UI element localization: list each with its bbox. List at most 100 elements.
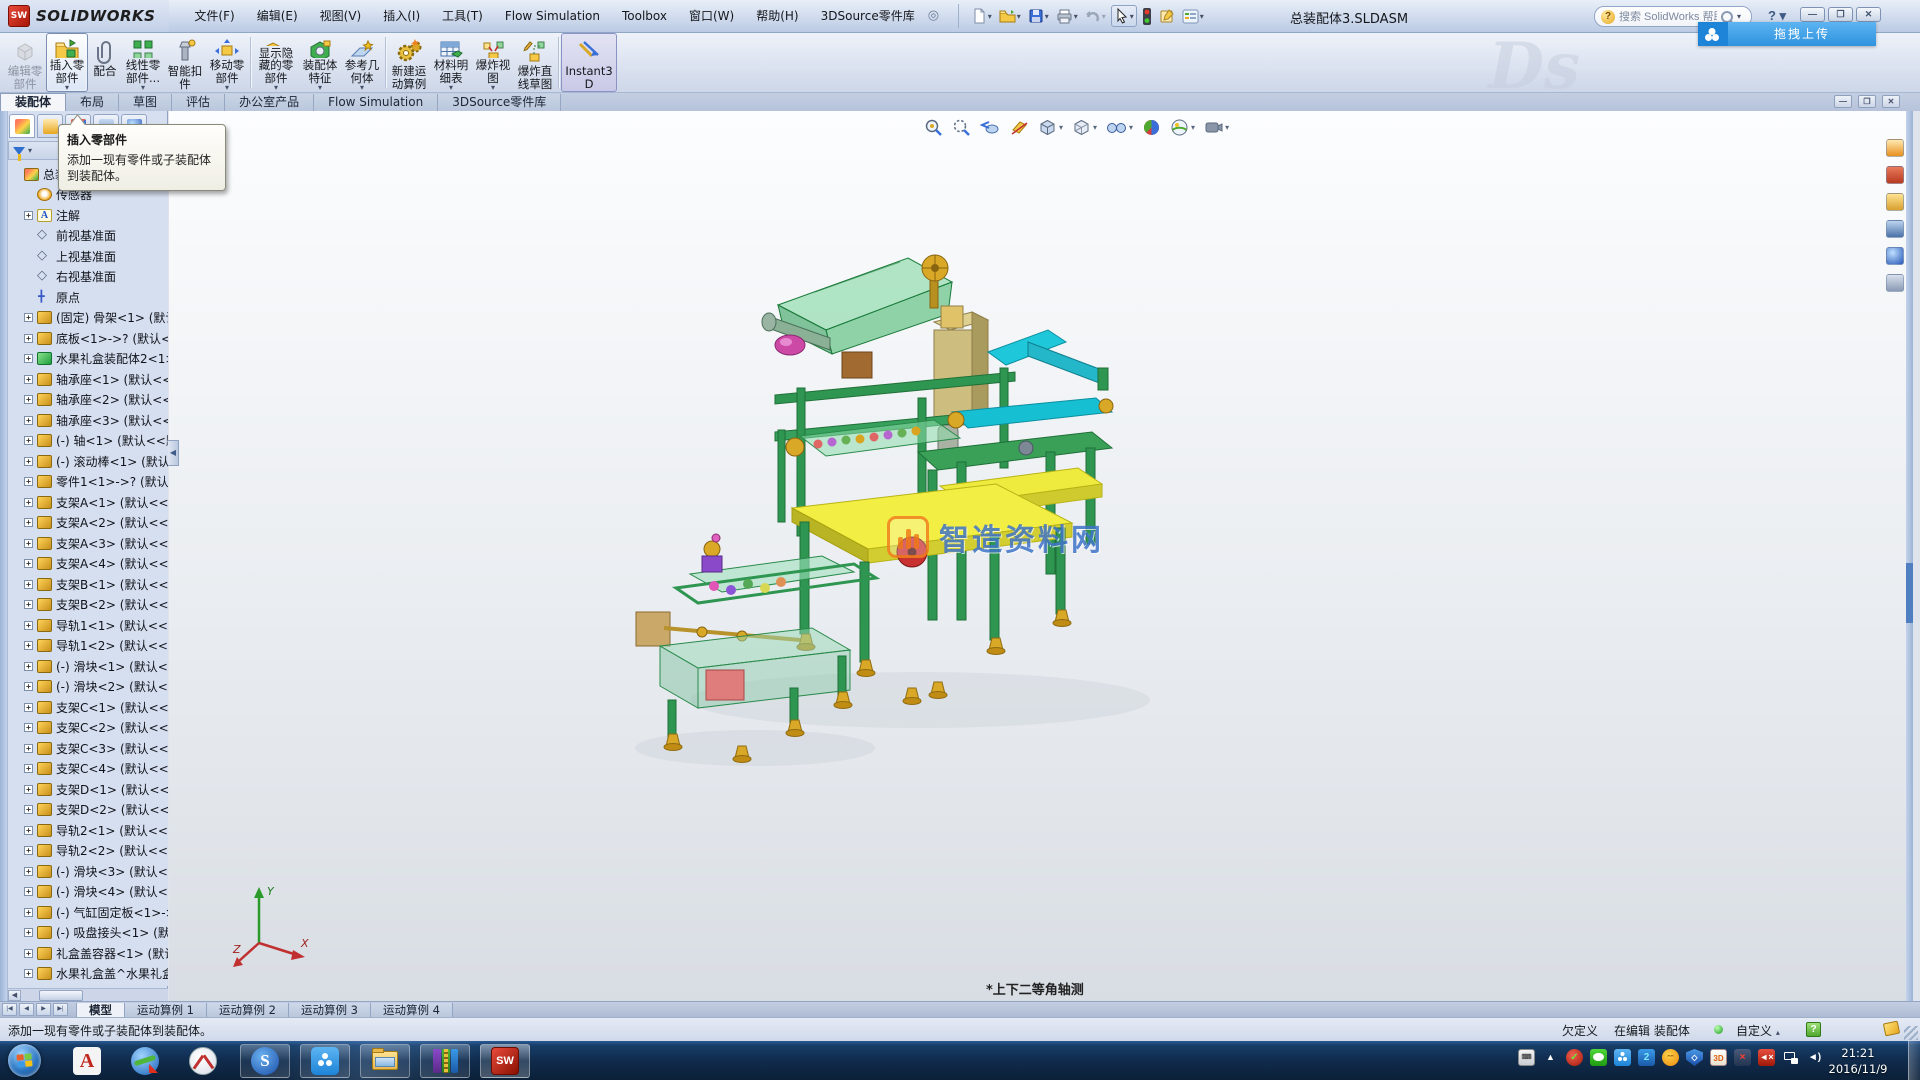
- upload-overlay[interactable]: 拖拽上传: [1698, 22, 1876, 46]
- zoom-to-fit-icon[interactable]: [924, 118, 943, 137]
- traffic-light-icon[interactable]: [1140, 6, 1154, 27]
- menu-item[interactable]: 文件(F): [183, 0, 245, 32]
- tree-item[interactable]: 支架A<4> (默认<<默认: [8, 554, 168, 575]
- network-tray-icon[interactable]: [1782, 1049, 1799, 1066]
- tree-item[interactable]: 礼盒盖容器<1> (默认<<默: [8, 943, 168, 964]
- qq-shield-tray-icon[interactable]: ◇: [1686, 1049, 1703, 1066]
- custom-status-dropdown[interactable]: 自定义 ▴: [1736, 1022, 1780, 1039]
- taskbar-app-sogou[interactable]: S: [240, 1044, 290, 1078]
- custom-properties-icon[interactable]: [1886, 274, 1904, 292]
- expand-toggle[interactable]: [24, 826, 33, 835]
- sogou-input-tray-icon[interactable]: 2: [1638, 1049, 1655, 1066]
- expand-toggle[interactable]: [24, 252, 33, 261]
- command-tab[interactable]: 草图: [119, 94, 172, 111]
- show-hidden-icons-arrow[interactable]: ▲: [1542, 1049, 1559, 1066]
- menu-item[interactable]: 插入(I): [372, 0, 431, 32]
- expand-toggle[interactable]: [24, 682, 33, 691]
- tab-scroll-left[interactable]: ◀: [19, 1003, 34, 1016]
- expand-toggle[interactable]: [24, 518, 33, 527]
- expand-toggle[interactable]: [24, 641, 33, 650]
- expand-toggle[interactable]: [24, 949, 33, 958]
- options-list-button[interactable]: ▾: [1180, 7, 1206, 26]
- quick-tips-button[interactable]: ?: [1806, 1022, 1821, 1037]
- panel-collapse-handle[interactable]: ◀: [168, 440, 179, 466]
- mascot-tray-icon[interactable]: ᵔᵔ: [1662, 1049, 1679, 1066]
- taskbar-app-browser[interactable]: [120, 1044, 170, 1078]
- expand-toggle[interactable]: [24, 723, 33, 732]
- taskbar-app-autocad[interactable]: A: [62, 1044, 112, 1078]
- taskbar-app-explorer[interactable]: [360, 1044, 410, 1078]
- properties-button[interactable]: [1157, 6, 1177, 26]
- menu-item[interactable]: Toolbox: [611, 0, 678, 32]
- tree-item[interactable]: 注解: [8, 205, 168, 226]
- expand-toggle[interactable]: [24, 334, 33, 343]
- expand-toggle[interactable]: [24, 293, 33, 302]
- tree-item[interactable]: 支架B<1> (默认<<默认: [8, 574, 168, 595]
- expand-toggle[interactable]: [24, 621, 33, 630]
- expand-toggle[interactable]: [24, 354, 33, 363]
- muted-speaker-tray-icon[interactable]: ◄×: [1758, 1049, 1775, 1066]
- tree-item[interactable]: 原点: [8, 287, 168, 308]
- file-explorer-icon[interactable]: [1886, 193, 1904, 211]
- tree-item[interactable]: 支架A<1> (默认<<默认: [8, 492, 168, 513]
- tree-item[interactable]: 前视基准面: [8, 226, 168, 247]
- tree-item[interactable]: 支架C<3> (默认<<默认: [8, 738, 168, 759]
- expand-toggle[interactable]: [24, 580, 33, 589]
- tree-item[interactable]: (-) 滑块<4> (默认<<默: [8, 882, 168, 903]
- expand-toggle[interactable]: [24, 600, 33, 609]
- undo-button[interactable]: ▾: [1083, 6, 1108, 26]
- tree-item[interactable]: 轴承座<2> (默认<<默认: [8, 390, 168, 411]
- expand-toggle[interactable]: [24, 375, 33, 384]
- search-dropdown-arrow[interactable]: ▾: [1737, 12, 1741, 21]
- tree-item[interactable]: 导轨2<2> (默认<<默认: [8, 841, 168, 862]
- taskbar-app-cloud[interactable]: [300, 1044, 350, 1078]
- section-view-icon[interactable]: [1010, 118, 1029, 137]
- view-settings-icon[interactable]: ▾: [1204, 118, 1229, 137]
- tree-item[interactable]: 支架A<3> (默认<<默认: [8, 533, 168, 554]
- new-document-button[interactable]: ▾: [969, 6, 994, 26]
- expand-toggle[interactable]: [24, 539, 33, 548]
- new-motion-study-button[interactable]: 新建运动算例: [388, 33, 430, 92]
- previous-view-icon[interactable]: [980, 118, 1001, 137]
- tree-item[interactable]: 右视基准面: [8, 267, 168, 288]
- appearances-scenes-icon[interactable]: [1886, 247, 1904, 265]
- expand-toggle[interactable]: [24, 867, 33, 876]
- doc-close-button[interactable]: ✕: [1882, 95, 1900, 108]
- close-button[interactable]: ✕: [1856, 7, 1881, 22]
- expand-toggle[interactable]: [24, 785, 33, 794]
- view-palette-icon[interactable]: [1886, 220, 1904, 238]
- scroll-left-arrow[interactable]: ◀: [8, 990, 21, 1001]
- tag-icon[interactable]: [1883, 1021, 1900, 1037]
- design-library-icon[interactable]: [1886, 166, 1904, 184]
- expand-toggle[interactable]: [24, 231, 33, 240]
- taskbar-clock[interactable]: 21:21 2016/11/9: [1822, 1045, 1894, 1077]
- expand-toggle[interactable]: [24, 969, 33, 978]
- expand-toggle[interactable]: [24, 887, 33, 896]
- expand-toggle[interactable]: [24, 457, 33, 466]
- wechat-tray-icon[interactable]: [1590, 1049, 1607, 1066]
- tree-item[interactable]: (-) 滑块<1> (默认<<默认: [8, 656, 168, 677]
- tree-item[interactable]: 支架C<2> (默认<<默认: [8, 718, 168, 739]
- expand-toggle[interactable]: [24, 211, 33, 220]
- instant3d-button[interactable]: Instant3D: [561, 33, 617, 92]
- tab-scroll-first[interactable]: |◀: [2, 1003, 17, 1016]
- tree-item[interactable]: (固定) 骨架<1> (默认<<默认: [8, 308, 168, 329]
- edit-appearance-icon[interactable]: [1142, 118, 1161, 137]
- model-tab[interactable]: 运动算例 1: [125, 1003, 207, 1017]
- view-orientation-icon[interactable]: ▾: [1038, 118, 1063, 137]
- speaker-tray-icon[interactable]: ◄): [1806, 1049, 1823, 1066]
- select-pointer-button[interactable]: ▾: [1111, 5, 1137, 27]
- tree-horizontal-scrollbar[interactable]: ◀: [8, 988, 168, 1001]
- expand-toggle[interactable]: [24, 272, 33, 281]
- tree-item[interactable]: 导轨2<1> (默认<<默认: [8, 820, 168, 841]
- task-pane-edge-thumb[interactable]: [1906, 563, 1913, 623]
- expand-toggle[interactable]: [24, 662, 33, 671]
- save-button[interactable]: ▾: [1026, 6, 1051, 26]
- expand-toggle[interactable]: [24, 559, 33, 568]
- model-tab[interactable]: 运动算例 3: [289, 1003, 371, 1017]
- graphics-viewport[interactable]: ▾ ▾ ▾ ▾ ▾ 智造资料网 *上下二等角轴测 Y X Z: [169, 111, 1913, 1001]
- tree-item[interactable]: 支架C<4> (默认<<默认: [8, 759, 168, 780]
- linear-pattern-button[interactable]: 线性零部件...▾: [122, 33, 164, 92]
- tree-item[interactable]: 零件1<1>->? (默认<<默: [8, 472, 168, 493]
- pin-icon[interactable]: ◎: [928, 8, 944, 24]
